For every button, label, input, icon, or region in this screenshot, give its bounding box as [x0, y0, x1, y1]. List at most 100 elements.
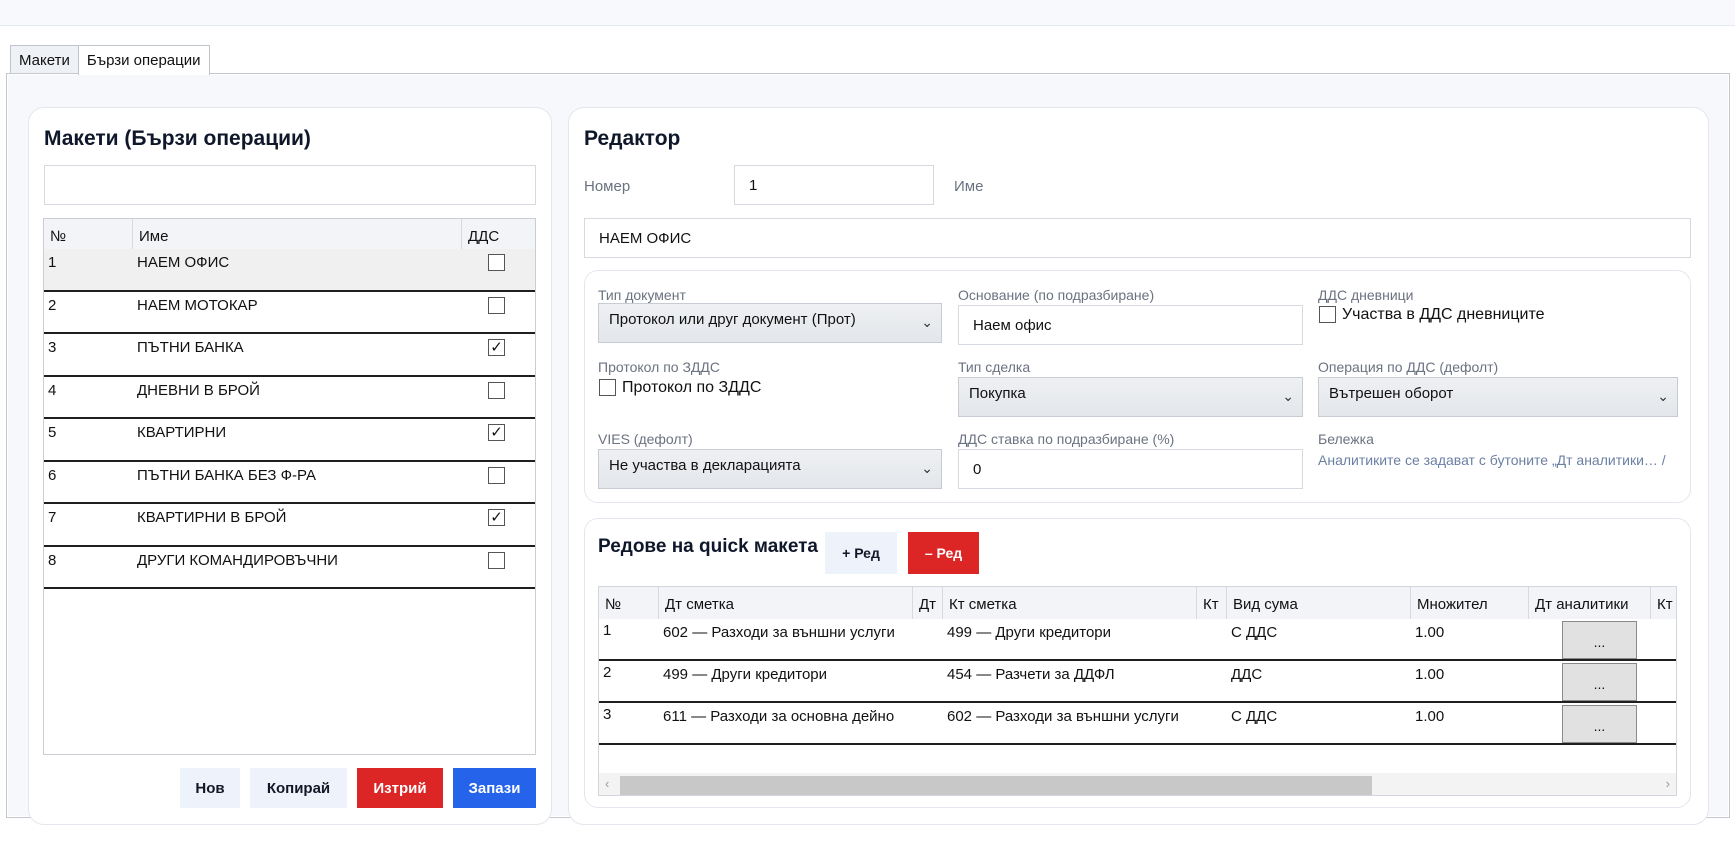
number-input[interactable]: 1 — [734, 165, 934, 205]
delete-button[interactable]: Изтрий — [357, 768, 443, 808]
number-label: Номер — [584, 178, 631, 195]
kt-account: 499 — Други кредитори — [947, 624, 1112, 641]
row-number: 2 — [603, 664, 612, 681]
row-number: 6 — [48, 466, 57, 484]
row-name: НАЕМ МОТОКАР — [137, 296, 258, 314]
dt-analytics-button[interactable]: ... — [1562, 621, 1637, 659]
scroll-left-icon[interactable]: ‹ — [605, 776, 609, 791]
table-row[interactable]: 3 611 — Разходи за основна дейно 602 — Раз… — [599, 703, 1676, 745]
table-row[interactable]: 2 НАЕМ МОТОКАР — [44, 291, 535, 334]
vat-checkbox[interactable]: ✓ — [488, 424, 505, 441]
col-header-no[interactable]: № — [599, 587, 659, 619]
vat-rate-label: ДДС ставка по подразбиране (%) — [958, 431, 1175, 447]
col-header-no[interactable]: № — [44, 219, 133, 249]
row-number: 1 — [48, 254, 57, 271]
col-header-amount-kind[interactable]: Вид сума — [1227, 587, 1411, 619]
row-name: КВАРТИРНИ В БРОЙ — [137, 509, 287, 526]
deal-type-select[interactable]: Покупка ⌄ — [958, 377, 1303, 417]
chevron-down-icon: ⌄ — [921, 314, 933, 330]
row-number: 7 — [48, 509, 57, 526]
vat-checkbox[interactable] — [488, 296, 505, 314]
vat-journals-checkbox[interactable] — [1319, 306, 1336, 323]
protocol-label: Протокол по ЗДДС — [598, 359, 720, 375]
scroll-right-icon[interactable]: › — [1666, 776, 1670, 791]
col-header-kt-analytics[interactable]: Кт — [1651, 587, 1676, 619]
vat-checkbox[interactable]: ✓ — [488, 509, 505, 526]
tab-strip: Макети Бързи операции — [10, 45, 210, 75]
table-row[interactable]: 1 602 — Разходи за външни услуги 499 — Дру… — [599, 619, 1676, 661]
row-number: 2 — [48, 296, 57, 314]
col-header-kt-account[interactable]: Кт сметка — [943, 587, 1197, 619]
table-row[interactable]: 4 ДНЕВНИ В БРОЙ — [44, 376, 535, 419]
chevron-down-icon: ⌄ — [921, 460, 933, 476]
templates-search-input[interactable] — [44, 165, 536, 205]
col-header-name[interactable]: Име — [133, 219, 462, 249]
save-button[interactable]: Запази — [453, 768, 536, 808]
tab-templates[interactable]: Макети — [10, 45, 79, 74]
note-text: Аналитиките се задават с бутоните „Дт ан… — [1318, 452, 1666, 468]
dt-account: 602 — Разходи за външни услуги — [663, 624, 895, 641]
editor-title: Редактор — [584, 127, 681, 150]
row-name: ДНЕВНИ В БРОЙ — [137, 381, 260, 399]
add-row-button[interactable]: + Ред — [825, 532, 897, 574]
note-label: Бележка — [1318, 431, 1374, 447]
vat-checkbox[interactable] — [488, 254, 505, 271]
dt-account: 611 — Разходи за основна дейно — [663, 708, 895, 725]
remove-row-button[interactable]: – Ред — [908, 532, 979, 574]
name-input[interactable]: НАЕМ ОФИС — [584, 218, 1691, 258]
copy-button[interactable]: Копирай — [250, 768, 347, 808]
vat-checkbox[interactable] — [488, 551, 505, 569]
col-header-kt[interactable]: Кт — [1197, 587, 1227, 619]
chevron-down-icon: ⌄ — [1657, 388, 1669, 404]
deal-type-value: Покупка — [969, 385, 1026, 402]
dt-analytics-button[interactable]: ... — [1562, 663, 1637, 701]
templates-grid: № Име ДДС 1 НАЕМ ОФИС 2 НАЕМ МОТОКАР 3 ПЪТНИ … — [43, 218, 536, 755]
col-header-dt[interactable]: Дт — [913, 587, 943, 619]
scrollbar-thumb[interactable] — [620, 776, 1372, 795]
protocol-checkbox[interactable] — [599, 379, 616, 396]
multiplier: 1.00 — [1415, 708, 1445, 725]
templates-grid-header: № Име ДДС — [44, 219, 535, 249]
kt-account: 602 — Разходи за външни услуги — [947, 708, 1179, 725]
horizontal-scrollbar[interactable]: ‹ › — [599, 773, 1676, 795]
row-name: ПЪТНИ БАНКА — [137, 339, 244, 356]
dt-analytics-button[interactable]: ... — [1562, 705, 1637, 743]
new-button[interactable]: Нов — [180, 768, 240, 808]
rows-table-header: № Дт сметка Дт Кт сметка Кт Вид сума Мно… — [599, 587, 1676, 619]
table-row[interactable]: 5 КВАРТИРНИ ✓ — [44, 419, 535, 462]
vat-checkbox[interactable] — [488, 381, 505, 399]
kt-account: 454 — Разчети за ДДФЛ — [947, 666, 1115, 683]
rows-table: № Дт сметка Дт Кт сметка Кт Вид сума Мно… — [598, 586, 1677, 796]
amount-kind: ДДС — [1231, 666, 1263, 683]
col-header-dt-account[interactable]: Дт сметка — [659, 587, 913, 619]
table-row[interactable]: 6 ПЪТНИ БАНКА БЕЗ Ф-РА — [44, 461, 535, 504]
vat-rate-input[interactable]: 0 — [958, 449, 1303, 489]
row-number: 3 — [603, 706, 612, 723]
name-label: Име — [954, 178, 984, 195]
col-header-multiplier[interactable]: Множител — [1411, 587, 1529, 619]
tab-quick-operations[interactable]: Бързи операции — [77, 45, 210, 75]
row-name: КВАРТИРНИ — [137, 424, 227, 441]
col-header-vat[interactable]: ДДС — [462, 219, 535, 249]
doc-type-select[interactable]: Протокол или друг документ (Прот) ⌄ — [598, 303, 942, 343]
basis-input[interactable]: Наем офис — [958, 305, 1303, 345]
vat-checkbox[interactable] — [488, 466, 505, 484]
doc-type-value: Протокол или друг документ (Прот) — [609, 311, 856, 328]
row-name: НАЕМ ОФИС — [137, 254, 230, 271]
table-row[interactable]: 2 499 — Други кредитори 454 — Разчети за Д… — [599, 661, 1676, 703]
row-number: 1 — [603, 622, 612, 639]
amount-kind: С ДДС — [1231, 708, 1278, 725]
vat-checkbox[interactable]: ✓ — [488, 339, 505, 356]
row-number: 3 — [48, 339, 57, 356]
vat-journals-check-label: Участва в ДДС дневниците — [1342, 306, 1545, 323]
col-header-dt-analytics[interactable]: Дт аналитики — [1529, 587, 1651, 619]
vat-op-select[interactable]: Вътрешен оборот ⌄ — [1318, 377, 1678, 417]
table-row[interactable]: 8 ДРУГИ КОМАНДИРОВЪЧНИ — [44, 546, 535, 589]
vies-label: VIES (дефолт) — [598, 431, 693, 447]
table-row[interactable]: 3 ПЪТНИ БАНКА ✓ — [44, 334, 535, 377]
vies-select[interactable]: Не участва в декларацията ⌄ — [598, 449, 942, 489]
amount-kind: С ДДС — [1231, 624, 1278, 641]
basis-label: Основание (по подразбиране) — [958, 287, 1155, 303]
table-row[interactable]: 1 НАЕМ ОФИС — [44, 249, 535, 292]
table-row[interactable]: 7 КВАРТИРНИ В БРОЙ ✓ — [44, 504, 535, 547]
